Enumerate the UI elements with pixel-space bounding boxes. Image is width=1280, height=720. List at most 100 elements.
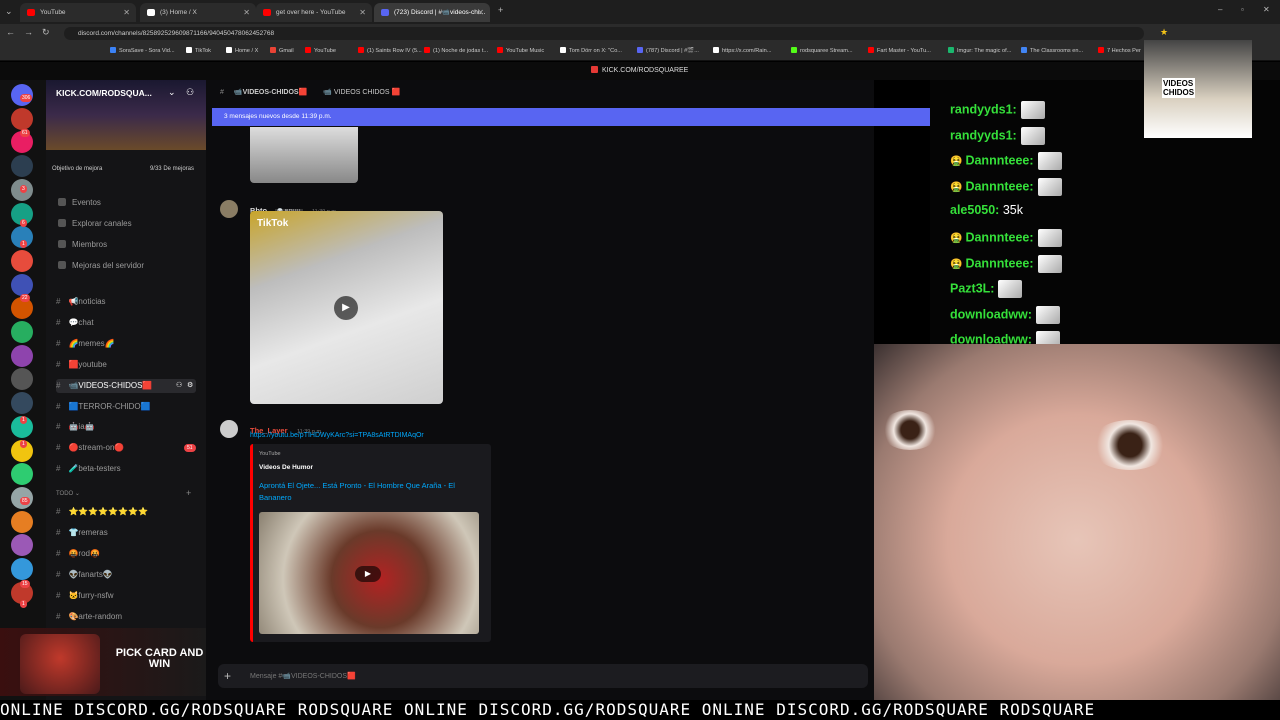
server-icon[interactable] [11, 249, 33, 272]
server-icon[interactable] [11, 107, 33, 130]
add-channel-icon[interactable]: + [186, 488, 191, 498]
server-name[interactable]: KICK.COM/RODSQUA... [56, 88, 152, 98]
server-menu-item[interactable]: Miembros [58, 240, 107, 249]
avatar[interactable] [220, 200, 238, 218]
server-menu-item[interactable]: Explorar canales [58, 219, 132, 228]
message-link[interactable]: https://youtu.be/pTIHDWyKArc?si=TPA8sAtR… [250, 432, 424, 439]
server-badge: 1 [20, 416, 27, 424]
calendar-icon [58, 198, 66, 206]
channel-item[interactable]: # 🎨arte-random [56, 610, 122, 624]
close-tab-icon[interactable]: ✕ [359, 3, 366, 22]
new-messages-bar[interactable]: 3 mensajes nuevos desde 11:39 p.m. [212, 108, 930, 126]
embed-title[interactable]: Aprontá El Ojete... Está Pronto - El Hom… [259, 480, 481, 504]
category-label: TODO [56, 491, 74, 497]
server-badge: 22 [20, 294, 30, 302]
channel-item[interactable]: # 🟥youtube [56, 358, 107, 372]
bookmark-item[interactable]: Imgur: The magic of... [948, 46, 1011, 57]
bookmark-item[interactable]: (1) Noche de jodas t... [424, 46, 488, 57]
bookmark-item[interactable]: SoraSave - Sora Vid... [110, 46, 175, 57]
close-tab-icon[interactable]: ✕ [243, 3, 250, 22]
channel-item[interactable]: # 🔴stream-on🔴 51 [56, 441, 196, 455]
bookmark-item[interactable]: Fart Master - YouTu... [868, 46, 931, 57]
shirt-logo: VIDEOS CHIDOS [1162, 78, 1196, 98]
tab-1[interactable]: (3) Home / X ✕ [140, 3, 256, 22]
server-menu-item[interactable]: Eventos [58, 198, 101, 207]
invite-icon[interactable]: ⚇ [176, 379, 182, 393]
message-input[interactable]: Mensaje #📹VIDEOS-CHIDOS🟥 [250, 672, 356, 680]
server-icon[interactable] [11, 273, 33, 296]
maximize-icon[interactable]: ▫ [1241, 5, 1244, 14]
channel-item[interactable]: # 📢noticias [56, 295, 106, 309]
bookmark-item[interactable]: YouTube Music [497, 46, 544, 57]
channel-item[interactable]: # 🧪beta-testers [56, 462, 121, 476]
gear-icon[interactable]: ⚙ [187, 379, 193, 393]
minimize-icon[interactable]: – [1218, 5, 1222, 14]
chevron-down-icon[interactable]: ⌄ [168, 87, 176, 98]
tab-menu-icon[interactable]: ⌄ [5, 6, 13, 17]
bookmark-item[interactable]: (787) Discord | #🎬... [637, 46, 699, 57]
channel-item[interactable]: # 💬chat [56, 316, 94, 330]
close-tab-icon[interactable]: ✕ [477, 3, 484, 22]
play-icon[interactable]: ▶ [355, 566, 381, 582]
tab-3[interactable]: (723) Discord | #📹videos-chi… ✕ [374, 3, 490, 22]
chat-message: ale5050: 35k [950, 203, 1023, 217]
boost-goal[interactable]: Objetivo de mejora 9/33 De mejoras [52, 163, 202, 175]
add-friend-icon[interactable]: ⚇ [186, 87, 194, 98]
bookmark-label: TikTok [195, 48, 211, 54]
channel-item[interactable]: # 🌈memes🌈 [56, 337, 115, 351]
channel-item[interactable]: # 🤖ia🤖 [56, 420, 95, 434]
bookmark-item[interactable]: The Classrooms en... [1021, 46, 1083, 57]
avatar[interactable] [220, 420, 238, 438]
channel-item[interactable]: # 👽fanarts👽 [56, 568, 113, 582]
bookmark-item[interactable]: Tom Dörr on X: "Co... [560, 46, 622, 57]
bookmark-item[interactable]: 7 Hechos Per [1098, 46, 1141, 57]
forward-icon[interactable]: → [24, 27, 33, 37]
tab-favicon-icon [381, 9, 389, 16]
server-icon[interactable] [11, 392, 33, 415]
bookmark-item[interactable]: Gmail [270, 46, 294, 57]
hash-icon: # [56, 548, 61, 558]
close-tab-icon[interactable]: ✕ [123, 3, 130, 22]
server-icon[interactable] [11, 344, 33, 367]
bookmark-item[interactable]: https://x.com/Rain... [713, 46, 771, 57]
bookmark-item[interactable]: TikTok [186, 46, 211, 57]
category-todo[interactable]: TODO ⌄ [56, 490, 80, 497]
back-icon[interactable]: ← [6, 27, 15, 37]
server-icon[interactable] [11, 155, 33, 178]
channel-item[interactable]: # 📹VIDEOS-CHIDOS🟥 ⚇ ⚙ [56, 378, 196, 393]
bookmark-star-icon[interactable]: ★ [1160, 27, 1168, 38]
play-icon[interactable]: ▶ [334, 296, 358, 320]
menu-label: Eventos [72, 198, 101, 207]
bookmark-favicon-icon [791, 47, 797, 53]
chat-emoji: 🤮 [950, 156, 963, 168]
chat-message: downloadww: [950, 305, 1060, 324]
overlay-kick-text: KICK.COM/RODSQUAREE [602, 67, 689, 74]
reload-icon[interactable]: ↻ [42, 27, 50, 38]
add-attachment-icon[interactable]: + [224, 669, 231, 683]
channel-item[interactable]: # 🟦TERROR-CHIDO🟦 [56, 400, 151, 414]
url-field[interactable]: discord.com/channels/825892529609871166/… [64, 27, 1144, 40]
bookmark-item[interactable]: rodsquaree Stream... [791, 46, 853, 57]
channel-item[interactable]: # 🐱furry-nsfw [56, 589, 114, 603]
server-icon[interactable] [11, 321, 33, 343]
channel-item[interactable]: # ⭐⭐⭐⭐⭐⭐⭐⭐ [56, 505, 148, 519]
bookmark-item[interactable]: (1) Saints Row IV (5... [358, 46, 422, 57]
new-tab-icon[interactable]: + [498, 5, 503, 15]
channel-item[interactable]: # 👕remeras [56, 526, 108, 540]
bookmark-favicon-icon [713, 47, 719, 53]
server-menu-item[interactable]: Mejoras del servidor [58, 261, 144, 270]
hash-icon: # [56, 569, 61, 579]
bookmark-favicon-icon [186, 47, 192, 53]
previous-video-thumbnail[interactable] [250, 127, 358, 183]
server-badge: 85 [20, 497, 30, 505]
server-icon[interactable] [11, 558, 33, 580]
hash-icon: # [56, 507, 61, 516]
bookmark-item[interactable]: YouTube [305, 46, 336, 57]
bookmark-item[interactable]: Home / X [226, 46, 258, 57]
embed-channel[interactable]: Videos De Humor [259, 464, 313, 471]
tab-2[interactable]: get over here - YouTube ✕ [256, 3, 372, 22]
server-icon[interactable] [11, 510, 33, 533]
tab-0[interactable]: YouTube ✕ [20, 3, 136, 22]
channel-item[interactable]: # 🤬rod🤬 [56, 547, 100, 561]
close-window-icon[interactable]: ✕ [1263, 5, 1270, 14]
